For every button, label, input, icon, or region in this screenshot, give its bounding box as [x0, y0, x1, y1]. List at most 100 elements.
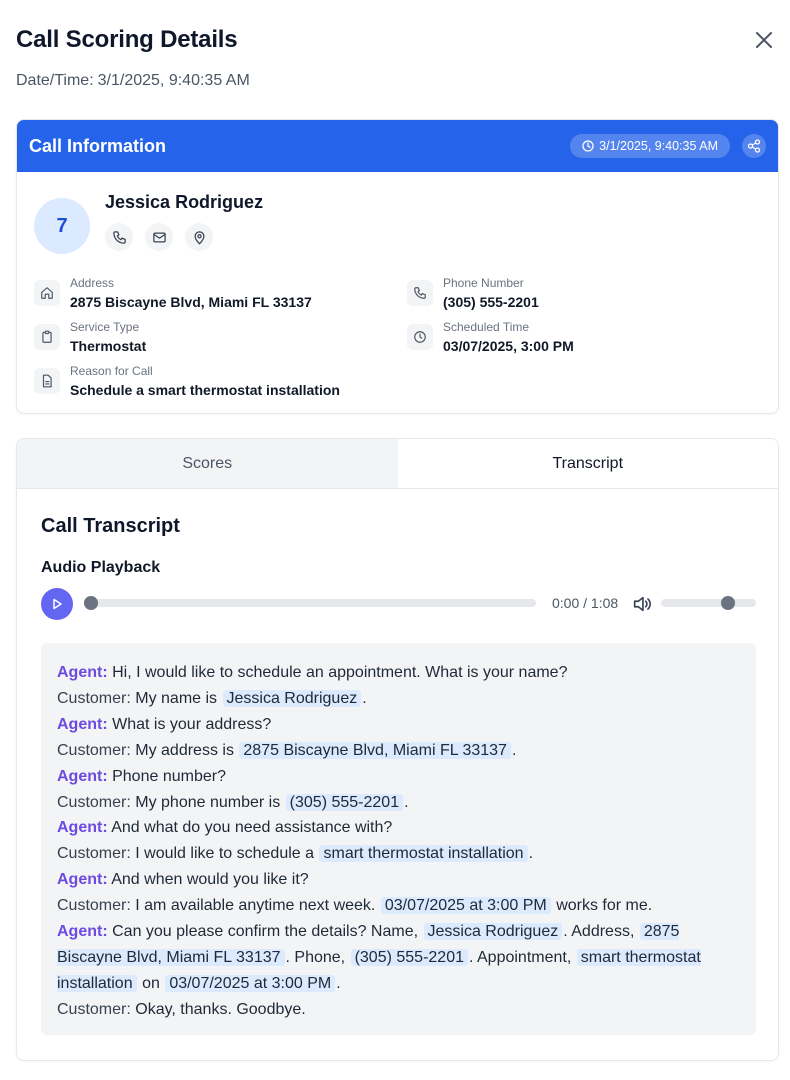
timestamp-badge-text: 3/1/2025, 9:40:35 AM [599, 139, 718, 153]
tab-bar: Scores Transcript [17, 439, 778, 489]
document-icon [34, 368, 60, 394]
playback-time: 0:00 / 1:08 [552, 595, 619, 611]
transcript-text: Okay, thanks. Goodbye. [135, 1000, 306, 1018]
transcript-line: Agent: What is your address? [57, 712, 740, 738]
transcript-text: . [336, 974, 341, 992]
reason-value: Schedule a smart thermostat installation [70, 382, 340, 398]
transcript-line: Customer: I am available anytime next we… [57, 893, 740, 919]
speaker-customer: Customer: [57, 689, 131, 707]
address-value: 2875 Biscayne Blvd, Miami FL 33137 [70, 294, 312, 310]
volume-icon [633, 596, 651, 612]
transcript-text: . [362, 689, 367, 707]
transcript-line: Customer: My phone number is (305) 555-2… [57, 790, 740, 816]
transcript-text: I would like to schedule a [135, 845, 315, 863]
speaker-customer: Customer: [57, 1000, 131, 1018]
speaker-agent: Agent: [57, 871, 108, 889]
location-button[interactable] [185, 223, 213, 251]
transcript-text: My phone number is [135, 793, 281, 811]
highlighted-entity: (305) 555-2201 [350, 948, 468, 966]
call-information-header: Call Information 3/1/2025, 9:40:35 AM [17, 120, 778, 172]
volume-button[interactable] [631, 593, 653, 615]
phone-number-field: Phone Number (305) 555-2201 [407, 276, 539, 310]
call-button[interactable] [105, 223, 133, 251]
speaker-customer: Customer: [57, 897, 131, 915]
close-button[interactable] [750, 26, 778, 54]
highlighted-entity: 03/07/2025 at 3:00 PM [165, 974, 336, 992]
transcript-text: . Phone, [285, 948, 346, 966]
highlighted-entity: Jessica Rodriguez [222, 689, 362, 707]
volume-slider[interactable] [661, 596, 756, 610]
transcript-text: And what do you need assistance with? [111, 819, 393, 837]
speaker-agent: Agent: [57, 715, 108, 733]
transcript-text: My name is [135, 689, 218, 707]
map-pin-icon [193, 230, 205, 245]
reason-label: Reason for Call [70, 364, 153, 378]
audio-playback-label: Audio Playback [41, 559, 161, 576]
phone-number-value: (305) 555-2201 [443, 294, 539, 310]
transcript-text: And when would you like it? [111, 871, 309, 889]
volume-thumb[interactable] [720, 596, 735, 610]
service-type-label: Service Type [70, 320, 140, 334]
speaker-customer: Customer: [57, 845, 131, 863]
transcript-text: . [528, 845, 534, 863]
speaker-agent: Agent: [57, 923, 108, 941]
call-information-card: Call Information 3/1/2025, 9:40:35 AM 7 … [16, 119, 779, 414]
transcript-text: My address is [135, 741, 234, 759]
transcript-line: Customer: My address is 2875 Biscayne Bl… [57, 738, 740, 764]
service-type-value: Thermostat [70, 338, 147, 354]
transcript-title: Call Transcript [41, 515, 180, 537]
transcript-text: . Appointment, [469, 948, 572, 966]
transcript-text: . Address, [563, 923, 635, 941]
datetime-line: Date/Time: 3/1/2025, 9:40:35 AM [16, 72, 254, 90]
transcript-text: Phone number? [112, 767, 226, 785]
highlighted-entity: 2875 Biscayne Blvd, Miami FL 33137 [239, 741, 511, 759]
tab-transcript[interactable]: Transcript [397, 439, 778, 488]
transcript-line: Agent: Can you please confirm the detail… [57, 919, 740, 997]
datetime-value: 3/1/2025, 9:40:35 AM [97, 72, 250, 89]
mail-icon [152, 232, 166, 242]
avatar: 7 [34, 198, 90, 254]
contact-name: Jessica Rodriguez [105, 192, 264, 212]
address-field: Address 2875 Biscayne Blvd, Miami FL 331… [34, 276, 312, 310]
clock-icon [582, 140, 594, 152]
speaker-agent: Agent: [57, 767, 108, 785]
transcript-line: Agent: And when would you like it? [57, 867, 740, 893]
phone-number-label: Phone Number [443, 276, 524, 290]
tab-scores[interactable]: Scores [17, 439, 398, 488]
timestamp-badge: 3/1/2025, 9:40:35 AM [570, 134, 730, 158]
clock-icon [407, 324, 433, 350]
email-button[interactable] [145, 223, 173, 251]
share-icon [747, 139, 761, 153]
seek-bar[interactable] [84, 596, 536, 610]
speaker-customer: Customer: [57, 741, 131, 759]
transcript-text: I am available anytime next week. [135, 897, 376, 915]
reason-field: Reason for Call Schedule a smart thermos… [34, 364, 340, 398]
scheduled-time-label: Scheduled Time [443, 320, 530, 334]
highlighted-entity: smart thermostat installation [319, 845, 528, 863]
highlighted-entity: Jessica Rodriguez [423, 923, 563, 941]
transcript-text: Hi, I would like to schedule an appointm… [112, 664, 568, 681]
call-information-title: Call Information [29, 135, 167, 156]
speaker-agent: Agent: [57, 664, 108, 681]
transcript-line: Agent: And what do you need assistance w… [57, 815, 740, 841]
phone-icon [112, 230, 126, 244]
clipboard-icon [34, 324, 60, 350]
audio-player: 0:00 / 1:08 [41, 587, 756, 621]
transcript-text: on [142, 974, 160, 992]
highlighted-entity: (305) 555-2201 [285, 793, 404, 811]
contact-actions [105, 223, 213, 251]
speaker-agent: Agent: [57, 819, 108, 837]
share-button[interactable] [742, 134, 766, 158]
close-icon [756, 32, 772, 48]
transcript-text: What is your address? [112, 715, 272, 733]
dialog-header: Call Scoring Details [16, 24, 778, 58]
speaker-customer: Customer: [57, 793, 131, 811]
transcript-line: Agent: Hi, I would like to schedule an a… [57, 660, 740, 686]
service-type-field: Service Type Thermostat [34, 320, 146, 354]
transcript-line: Agent: Phone number? [57, 764, 740, 790]
play-button[interactable] [41, 588, 73, 620]
home-icon [34, 280, 60, 306]
transcript-text: Can you please confirm the details? Name… [112, 923, 419, 941]
seek-thumb[interactable] [84, 596, 99, 610]
transcript-line: Customer: I would like to schedule a sma… [57, 841, 740, 867]
